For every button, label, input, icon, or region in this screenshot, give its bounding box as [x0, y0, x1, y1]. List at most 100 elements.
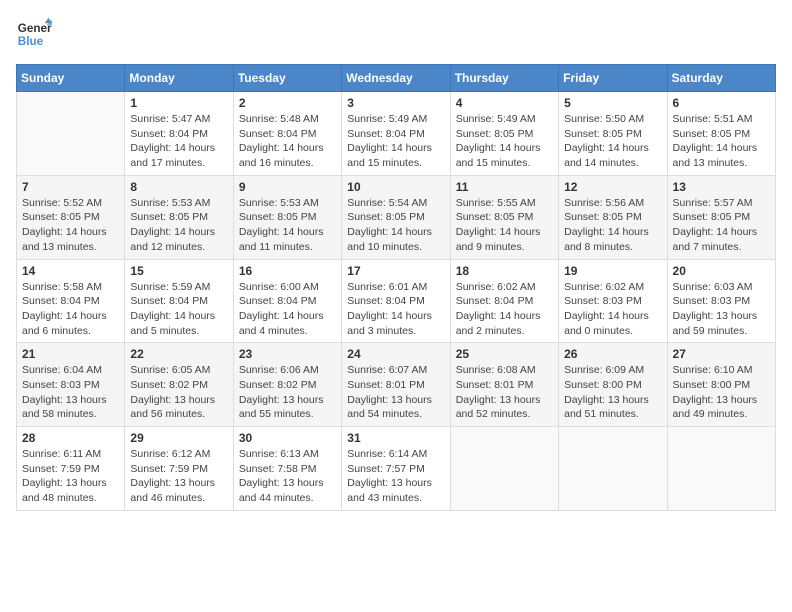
calendar-week-1: 1 Sunrise: 5:47 AMSunset: 8:04 PMDaylight… [17, 92, 776, 176]
calendar-cell: 27 Sunrise: 6:10 AMSunset: 8:00 PMDayligh… [667, 343, 775, 427]
day-info: Sunrise: 6:13 AMSunset: 7:58 PMDaylight:… [239, 447, 336, 506]
calendar-cell: 25 Sunrise: 6:08 AMSunset: 8:01 PMDayligh… [450, 343, 558, 427]
day-number: 25 [456, 347, 553, 361]
day-info: Sunrise: 5:57 AMSunset: 8:05 PMDaylight:… [673, 196, 770, 255]
day-info: Sunrise: 6:04 AMSunset: 8:03 PMDaylight:… [22, 363, 119, 422]
day-number: 13 [673, 180, 770, 194]
logo-icon: General Blue [16, 16, 52, 52]
day-info: Sunrise: 6:07 AMSunset: 8:01 PMDaylight:… [347, 363, 444, 422]
day-number: 20 [673, 264, 770, 278]
day-header-saturday: Saturday [667, 65, 775, 92]
day-number: 5 [564, 96, 661, 110]
day-info: Sunrise: 6:00 AMSunset: 8:04 PMDaylight:… [239, 280, 336, 339]
day-info: Sunrise: 5:49 AMSunset: 8:05 PMDaylight:… [456, 112, 553, 171]
day-number: 4 [456, 96, 553, 110]
day-header-tuesday: Tuesday [233, 65, 341, 92]
day-number: 31 [347, 431, 444, 445]
day-info: Sunrise: 6:05 AMSunset: 8:02 PMDaylight:… [130, 363, 227, 422]
calendar-cell: 8 Sunrise: 5:53 AMSunset: 8:05 PMDaylight… [125, 175, 233, 259]
calendar-cell [17, 92, 125, 176]
calendar-week-2: 7 Sunrise: 5:52 AMSunset: 8:05 PMDaylight… [17, 175, 776, 259]
day-info: Sunrise: 6:09 AMSunset: 8:00 PMDaylight:… [564, 363, 661, 422]
logo: General Blue [16, 16, 52, 52]
day-info: Sunrise: 6:01 AMSunset: 8:04 PMDaylight:… [347, 280, 444, 339]
day-number: 30 [239, 431, 336, 445]
calendar-cell: 14 Sunrise: 5:58 AMSunset: 8:04 PMDayligh… [17, 259, 125, 343]
day-info: Sunrise: 5:54 AMSunset: 8:05 PMDaylight:… [347, 196, 444, 255]
calendar-cell: 12 Sunrise: 5:56 AMSunset: 8:05 PMDayligh… [559, 175, 667, 259]
day-number: 19 [564, 264, 661, 278]
day-header-wednesday: Wednesday [342, 65, 450, 92]
day-number: 7 [22, 180, 119, 194]
day-number: 28 [22, 431, 119, 445]
day-info: Sunrise: 6:14 AMSunset: 7:57 PMDaylight:… [347, 447, 444, 506]
day-info: Sunrise: 6:02 AMSunset: 8:03 PMDaylight:… [564, 280, 661, 339]
day-info: Sunrise: 5:52 AMSunset: 8:05 PMDaylight:… [22, 196, 119, 255]
day-number: 1 [130, 96, 227, 110]
calendar-week-5: 28 Sunrise: 6:11 AMSunset: 7:59 PMDayligh… [17, 427, 776, 511]
calendar-cell: 20 Sunrise: 6:03 AMSunset: 8:03 PMDayligh… [667, 259, 775, 343]
day-number: 16 [239, 264, 336, 278]
calendar-cell: 7 Sunrise: 5:52 AMSunset: 8:05 PMDaylight… [17, 175, 125, 259]
day-info: Sunrise: 5:58 AMSunset: 8:04 PMDaylight:… [22, 280, 119, 339]
day-number: 6 [673, 96, 770, 110]
day-number: 18 [456, 264, 553, 278]
day-info: Sunrise: 6:10 AMSunset: 8:00 PMDaylight:… [673, 363, 770, 422]
day-number: 23 [239, 347, 336, 361]
day-number: 29 [130, 431, 227, 445]
calendar-table: SundayMondayTuesdayWednesdayThursdayFrid… [16, 64, 776, 511]
day-number: 17 [347, 264, 444, 278]
day-info: Sunrise: 6:08 AMSunset: 8:01 PMDaylight:… [456, 363, 553, 422]
calendar-cell: 13 Sunrise: 5:57 AMSunset: 8:05 PMDayligh… [667, 175, 775, 259]
calendar-cell [667, 427, 775, 511]
calendar-cell: 21 Sunrise: 6:04 AMSunset: 8:03 PMDayligh… [17, 343, 125, 427]
day-number: 14 [22, 264, 119, 278]
day-header-friday: Friday [559, 65, 667, 92]
calendar-cell: 11Sunrise: 5:55 AMSunset: 8:05 PMDayligh… [450, 175, 558, 259]
calendar-cell: 31 Sunrise: 6:14 AMSunset: 7:57 PMDayligh… [342, 427, 450, 511]
days-header-row: SundayMondayTuesdayWednesdayThursdayFrid… [17, 65, 776, 92]
calendar-week-3: 14 Sunrise: 5:58 AMSunset: 8:04 PMDayligh… [17, 259, 776, 343]
calendar-cell: 17 Sunrise: 6:01 AMSunset: 8:04 PMDayligh… [342, 259, 450, 343]
day-number: 8 [130, 180, 227, 194]
calendar-cell: 28 Sunrise: 6:11 AMSunset: 7:59 PMDayligh… [17, 427, 125, 511]
calendar-cell: 22Sunrise: 6:05 AMSunset: 8:02 PMDayligh… [125, 343, 233, 427]
day-number: 26 [564, 347, 661, 361]
calendar-cell: 10 Sunrise: 5:54 AMSunset: 8:05 PMDayligh… [342, 175, 450, 259]
calendar-cell: 15 Sunrise: 5:59 AMSunset: 8:04 PMDayligh… [125, 259, 233, 343]
day-info: Sunrise: 6:11 AMSunset: 7:59 PMDaylight:… [22, 447, 119, 506]
day-info: Sunrise: 5:49 AMSunset: 8:04 PMDaylight:… [347, 112, 444, 171]
calendar-cell: 9Sunrise: 5:53 AMSunset: 8:05 PMDaylight… [233, 175, 341, 259]
day-number: 3 [347, 96, 444, 110]
day-number: 2 [239, 96, 336, 110]
calendar-cell: 23 Sunrise: 6:06 AMSunset: 8:02 PMDayligh… [233, 343, 341, 427]
calendar-cell: 4 Sunrise: 5:49 AMSunset: 8:05 PMDaylight… [450, 92, 558, 176]
day-number: 21 [22, 347, 119, 361]
day-info: Sunrise: 6:12 AMSunset: 7:59 PMDaylight:… [130, 447, 227, 506]
day-number: 10 [347, 180, 444, 194]
calendar-cell: 19 Sunrise: 6:02 AMSunset: 8:03 PMDayligh… [559, 259, 667, 343]
day-info: Sunrise: 5:48 AMSunset: 8:04 PMDaylight:… [239, 112, 336, 171]
calendar-cell: 1 Sunrise: 5:47 AMSunset: 8:04 PMDaylight… [125, 92, 233, 176]
day-info: Sunrise: 5:56 AMSunset: 8:05 PMDaylight:… [564, 196, 661, 255]
day-number: 27 [673, 347, 770, 361]
day-number: 24 [347, 347, 444, 361]
day-number: 11 [456, 180, 553, 194]
calendar-cell: 3 Sunrise: 5:49 AMSunset: 8:04 PMDaylight… [342, 92, 450, 176]
day-info: Sunrise: 5:59 AMSunset: 8:04 PMDaylight:… [130, 280, 227, 339]
day-info: Sunrise: 5:53 AMSunset: 8:05 PMDaylight:… [239, 196, 336, 255]
calendar-cell: 2 Sunrise: 5:48 AMSunset: 8:04 PMDaylight… [233, 92, 341, 176]
svg-text:General: General [18, 22, 52, 35]
day-number: 12 [564, 180, 661, 194]
day-info: Sunrise: 6:06 AMSunset: 8:02 PMDaylight:… [239, 363, 336, 422]
calendar-cell: 30 Sunrise: 6:13 AMSunset: 7:58 PMDayligh… [233, 427, 341, 511]
day-info: Sunrise: 6:03 AMSunset: 8:03 PMDaylight:… [673, 280, 770, 339]
day-number: 15 [130, 264, 227, 278]
day-info: Sunrise: 5:47 AMSunset: 8:04 PMDaylight:… [130, 112, 227, 171]
calendar-cell [559, 427, 667, 511]
calendar-cell: 6Sunrise: 5:51 AMSunset: 8:05 PMDaylight… [667, 92, 775, 176]
day-info: Sunrise: 5:53 AMSunset: 8:05 PMDaylight:… [130, 196, 227, 255]
day-header-monday: Monday [125, 65, 233, 92]
calendar-cell: 18 Sunrise: 6:02 AMSunset: 8:04 PMDayligh… [450, 259, 558, 343]
day-info: Sunrise: 6:02 AMSunset: 8:04 PMDaylight:… [456, 280, 553, 339]
